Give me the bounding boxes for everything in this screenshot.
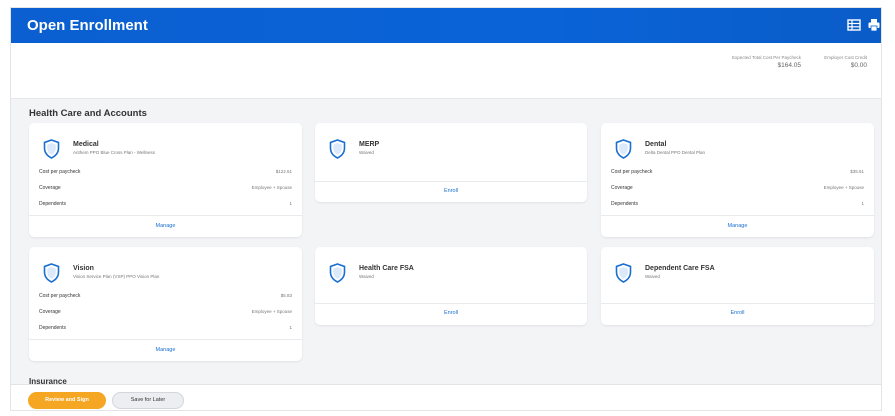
card-status: Waived [359, 274, 374, 279]
divider [601, 215, 874, 216]
row-label: Dependents [39, 201, 66, 207]
page-header: Open Enrollment [11, 8, 881, 43]
shield-icon [615, 263, 632, 283]
card-plan-name: Vision Service Plan (VSP) PPO Vision Pla… [73, 274, 160, 279]
row-value: Employee + Spouse [251, 309, 292, 314]
page-title: Open Enrollment [27, 17, 148, 34]
row-label: Dependents [611, 201, 638, 207]
dependents-row: Dependents 1 [39, 325, 292, 331]
coverage-row: Coverage Employee + Spouse [39, 185, 292, 191]
cost-row: Cost per paycheck $122.61 [39, 169, 292, 175]
review-and-sign-button[interactable]: Review and Sign [28, 392, 106, 409]
benefit-card-merp: MERP Waived Enroll [315, 123, 587, 202]
row-value: $35.61 [850, 169, 864, 174]
enroll-link[interactable]: Enroll [601, 310, 874, 316]
card-title: Dental [645, 141, 667, 148]
row-label: Coverage [39, 185, 61, 191]
employer-credit-summary: Employer Cost Credit $0.00 [824, 55, 867, 69]
benefit-card-medical: Medical Anthem PPO Blue Cross Plan - Wel… [29, 123, 302, 237]
row-label: Coverage [39, 309, 61, 315]
enroll-link[interactable]: Enroll [315, 188, 587, 194]
table-icon[interactable] [847, 18, 861, 32]
enroll-link[interactable]: Enroll [315, 310, 587, 316]
card-plan-name: Delta Dental PPO Dental Plan [645, 150, 706, 155]
card-title: Medical [73, 141, 99, 148]
shield-icon [43, 139, 60, 159]
card-status: Waived [359, 150, 374, 155]
row-value: Employee + Spouse [251, 185, 292, 190]
row-label: Cost per paycheck [611, 169, 653, 175]
manage-link[interactable]: Manage [29, 223, 302, 229]
manage-link[interactable]: Manage [601, 223, 874, 229]
shield-icon [329, 139, 346, 159]
divider [601, 303, 874, 304]
open-enrollment-window: Open Enrollment Expected Total Cost Per … [10, 7, 882, 411]
manage-link[interactable]: Manage [29, 347, 302, 353]
card-title: MERP [359, 141, 380, 148]
row-label: Cost per paycheck [39, 293, 81, 299]
expected-cost-summary: Expected Total Cost Per Paycheck $164.05 [732, 55, 801, 69]
cost-row: Cost per paycheck $5.83 [39, 293, 292, 299]
benefit-card-dependent-care-fsa: Dependent Care FSA Waived Enroll [601, 247, 874, 325]
card-plan-name: Anthem PPO Blue Cross Plan - Wellness [73, 150, 155, 155]
cost-row: Cost per paycheck $35.61 [611, 169, 864, 175]
summary-label: Employer Cost Credit [824, 55, 867, 60]
print-icon[interactable] [867, 18, 881, 32]
divider [29, 339, 302, 340]
card-title: Health Care FSA [359, 265, 414, 272]
summary-value: $164.05 [777, 62, 802, 69]
coverage-row: Coverage Employee + Spouse [39, 309, 292, 315]
coverage-row: Coverage Employee + Spouse [611, 185, 864, 191]
summary-label: Expected Total Cost Per Paycheck [732, 55, 801, 60]
row-value: $5.83 [280, 293, 292, 298]
shield-icon [615, 139, 632, 159]
row-label: Cost per paycheck [39, 169, 81, 175]
row-value: 1 [289, 325, 292, 330]
card-status: Waived [645, 274, 660, 279]
footer-bar: Review and Sign Save for Later [11, 384, 881, 410]
dependents-row: Dependents 1 [39, 201, 292, 207]
row-value: Employee + Spouse [823, 185, 864, 190]
dependents-row: Dependents 1 [611, 201, 864, 207]
row-label: Coverage [611, 185, 633, 191]
summary-value: $0.00 [850, 62, 867, 69]
row-value: 1 [289, 201, 292, 206]
shield-icon [43, 263, 60, 283]
benefit-card-health-care-fsa: Health Care FSA Waived Enroll [315, 247, 587, 325]
card-title: Dependent Care FSA [645, 265, 715, 272]
divider [29, 215, 302, 216]
row-label: Dependents [39, 325, 66, 331]
benefit-card-vision: Vision Vision Service Plan (VSP) PPO Vis… [29, 247, 302, 361]
row-value: 1 [861, 201, 864, 206]
section-title: Health Care and Accounts [29, 108, 147, 119]
row-value: $122.61 [275, 169, 292, 174]
save-for-later-button[interactable]: Save for Later [112, 392, 184, 409]
shield-icon [329, 263, 346, 283]
cost-summary: Expected Total Cost Per Paycheck $164.05… [11, 43, 881, 99]
divider [315, 303, 587, 304]
divider [315, 181, 587, 182]
card-title: Vision [73, 265, 94, 272]
benefit-card-dental: Dental Delta Dental PPO Dental Plan Cost… [601, 123, 874, 237]
